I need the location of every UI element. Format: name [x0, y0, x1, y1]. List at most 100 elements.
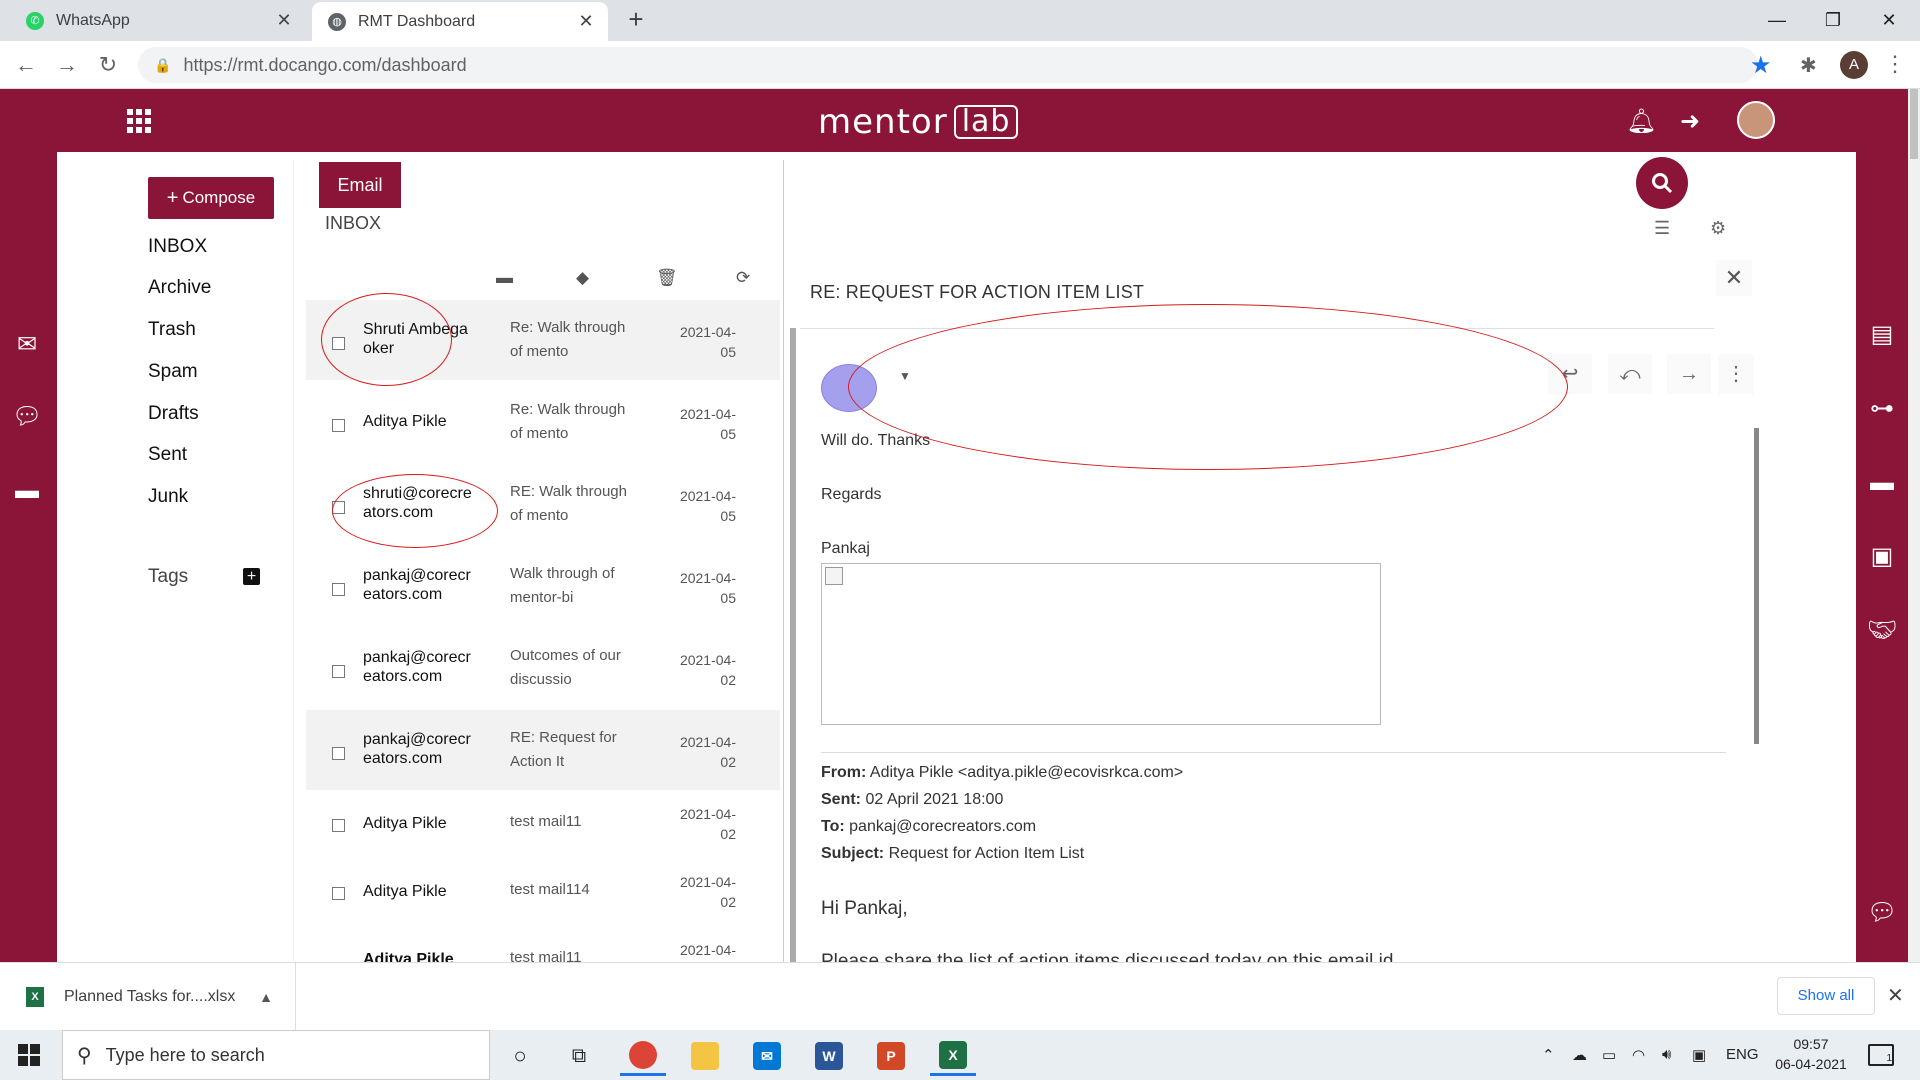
briefcase-icon[interactable]: ▣ [1867, 544, 1897, 570]
powerpoint-icon[interactable]: P [868, 1036, 914, 1076]
bell-icon[interactable]: 🔔︎ [1626, 107, 1656, 136]
reply-icon[interactable]: ↩ [1548, 354, 1592, 394]
row-checkbox[interactable] [332, 747, 345, 760]
mail-icon[interactable]: ✉ [12, 332, 42, 358]
email-row[interactable]: Shruti Ambegaoker Re: Walk through of me… [306, 300, 780, 380]
volume-icon[interactable]: 🔊︎ [1662, 1046, 1671, 1063]
email-row[interactable]: Aditya Pikle test mail11 2021-04- [306, 928, 780, 962]
to-label: To: [821, 818, 845, 835]
page-scrollbar[interactable] [1908, 89, 1920, 969]
more-options-icon[interactable]: ⋮ [1718, 354, 1754, 394]
body-line: Please share the list of action items di… [821, 951, 1399, 962]
tag-icon[interactable]: ◆ [576, 268, 589, 288]
chrome-icon[interactable] [620, 1036, 666, 1076]
email-list-scrollbar[interactable] [790, 328, 796, 962]
folder-inbox[interactable]: INBOX [148, 236, 207, 258]
email-row[interactable]: shruti@corecreators.com RE: Walk through… [306, 464, 780, 544]
excel-icon[interactable]: X [930, 1036, 976, 1076]
restore-button[interactable]: ❐ [1810, 4, 1856, 36]
add-tag-icon[interactable]: + [243, 568, 260, 585]
folder-junk[interactable]: Junk [148, 486, 188, 508]
profile-avatar[interactable]: A [1840, 51, 1868, 79]
hierarchy-icon[interactable]: ⊶ [1867, 396, 1897, 422]
gear-icon[interactable]: ⚙ [1710, 218, 1726, 239]
reply-all-icon[interactable]: ⤺ [1608, 354, 1652, 394]
forward-icon[interactable]: → [1667, 354, 1711, 394]
battery-icon[interactable]: ▭ [1602, 1046, 1616, 1064]
tab-rmt-dashboard[interactable]: ◍ RMT Dashboard ✕ [312, 2, 608, 41]
reading-pane-scrollbar[interactable] [1754, 428, 1759, 744]
folder-spam[interactable]: Spam [148, 361, 198, 383]
close-tab-icon[interactable]: ✕ [574, 11, 598, 32]
taskbar-clock[interactable]: 09:57 06-04-2021 [1766, 1034, 1856, 1074]
taskbar-search-field[interactable]: ⚲ Type here to search [62, 1030, 490, 1080]
word-icon[interactable]: W [806, 1036, 852, 1076]
email-sender: Aditya Pikle [363, 413, 447, 430]
close-window-button[interactable]: ✕ [1866, 4, 1912, 36]
folder-sent[interactable]: Sent [148, 444, 187, 466]
handshake-icon[interactable]: 🤝︎ [1867, 618, 1897, 644]
email-row[interactable]: pankaj@corecreators.com Outcomes of our … [306, 628, 780, 708]
folder-icon[interactable]: ▬ [1867, 470, 1897, 496]
refresh-icon[interactable]: ⟳ [736, 268, 750, 288]
apps-grid-icon[interactable] [127, 109, 153, 133]
row-checkbox[interactable] [332, 583, 345, 596]
divider [821, 752, 1726, 753]
row-checkbox[interactable] [332, 665, 345, 678]
tab-whatsapp[interactable]: ✆ WhatsApp ✕ [10, 0, 306, 41]
reload-button[interactable]: ↻ [92, 49, 124, 81]
chevron-up-icon[interactable]: ⌃ [1542, 1046, 1555, 1064]
app-header: mentor lab 🔔︎ ➜ [0, 89, 1908, 152]
email-tab-button[interactable]: Email [319, 162, 401, 208]
back-button[interactable]: ← [10, 49, 42, 81]
mail-app-icon[interactable]: ✉ [744, 1036, 790, 1076]
row-checkbox[interactable] [332, 819, 345, 832]
url-field[interactable]: 🔒 https://rmt.docango.com/dashboard [138, 47, 1758, 83]
to-value[interactable]: pankaj@corecreators.com [849, 818, 1036, 835]
download-item[interactable]: X Planned Tasks for....xlsx ▲ [0, 963, 296, 1031]
meet-now-icon[interactable]: ▣ [1692, 1046, 1706, 1064]
extensions-icon[interactable]: ✱ [1800, 53, 1817, 78]
close-icon[interactable]: ✕ [1716, 260, 1752, 296]
row-checkbox[interactable] [332, 337, 345, 350]
sender-avatar [821, 364, 877, 412]
email-row[interactable]: pankaj@corecreators.com RE: Request for … [306, 710, 780, 790]
minimize-button[interactable]: — [1754, 4, 1800, 36]
email-row[interactable]: pankaj@corecreators.com Walk through of … [306, 546, 780, 626]
bookmark-star-icon[interactable]: ★ [1750, 51, 1772, 80]
new-tab-button[interactable]: + [622, 6, 650, 34]
row-checkbox[interactable] [332, 419, 345, 432]
row-checkbox[interactable] [332, 887, 345, 900]
checklist-icon[interactable]: ☰ [1654, 218, 1670, 239]
language-indicator[interactable]: ENG [1726, 1046, 1759, 1063]
folder-icon[interactable]: ▬ [12, 478, 42, 504]
chevron-down-icon[interactable]: ▼ [894, 364, 916, 388]
trash-icon[interactable]: 🗑︎ [656, 268, 678, 288]
close-tab-icon[interactable]: ✕ [272, 10, 296, 31]
search-button[interactable] [1636, 157, 1688, 209]
email-row[interactable]: Aditya Pikle Re: Walk through of mento 2… [306, 382, 780, 462]
file-explorer-icon[interactable] [682, 1036, 728, 1076]
browser-menu-icon[interactable]: ⋮ [1884, 51, 1906, 77]
forward-button[interactable]: → [51, 49, 83, 81]
user-avatar[interactable] [1737, 101, 1775, 139]
chevron-up-icon[interactable]: ▲ [259, 989, 273, 1005]
compose-button[interactable]: + Compose [148, 177, 274, 219]
folder-drafts[interactable]: Drafts [148, 403, 199, 425]
chat-icon[interactable]: 💬︎ [1867, 900, 1897, 926]
close-icon[interactable]: ✕ [1887, 983, 1904, 1008]
wifi-icon[interactable]: ◠ [1632, 1046, 1645, 1064]
windows-start-icon[interactable] [18, 1044, 40, 1066]
folder-trash[interactable]: Trash [148, 319, 196, 341]
contact-card-icon[interactable]: ▤ [1867, 322, 1897, 348]
row-checkbox[interactable] [332, 501, 345, 514]
notification-icon[interactable]: 1 [1868, 1044, 1894, 1066]
folder-archive[interactable]: Archive [148, 277, 211, 299]
cortana-icon[interactable]: ○ [497, 1036, 543, 1076]
logout-icon[interactable]: ➜ [1680, 107, 1700, 136]
chat-icon[interactable]: 💬︎ [12, 404, 42, 430]
show-all-button[interactable]: Show all [1777, 977, 1875, 1015]
cloud-icon[interactable]: ☁ [1572, 1046, 1587, 1064]
task-view-icon[interactable]: ⧉ [556, 1036, 602, 1076]
move-folder-icon[interactable]: ▬ [496, 268, 513, 288]
